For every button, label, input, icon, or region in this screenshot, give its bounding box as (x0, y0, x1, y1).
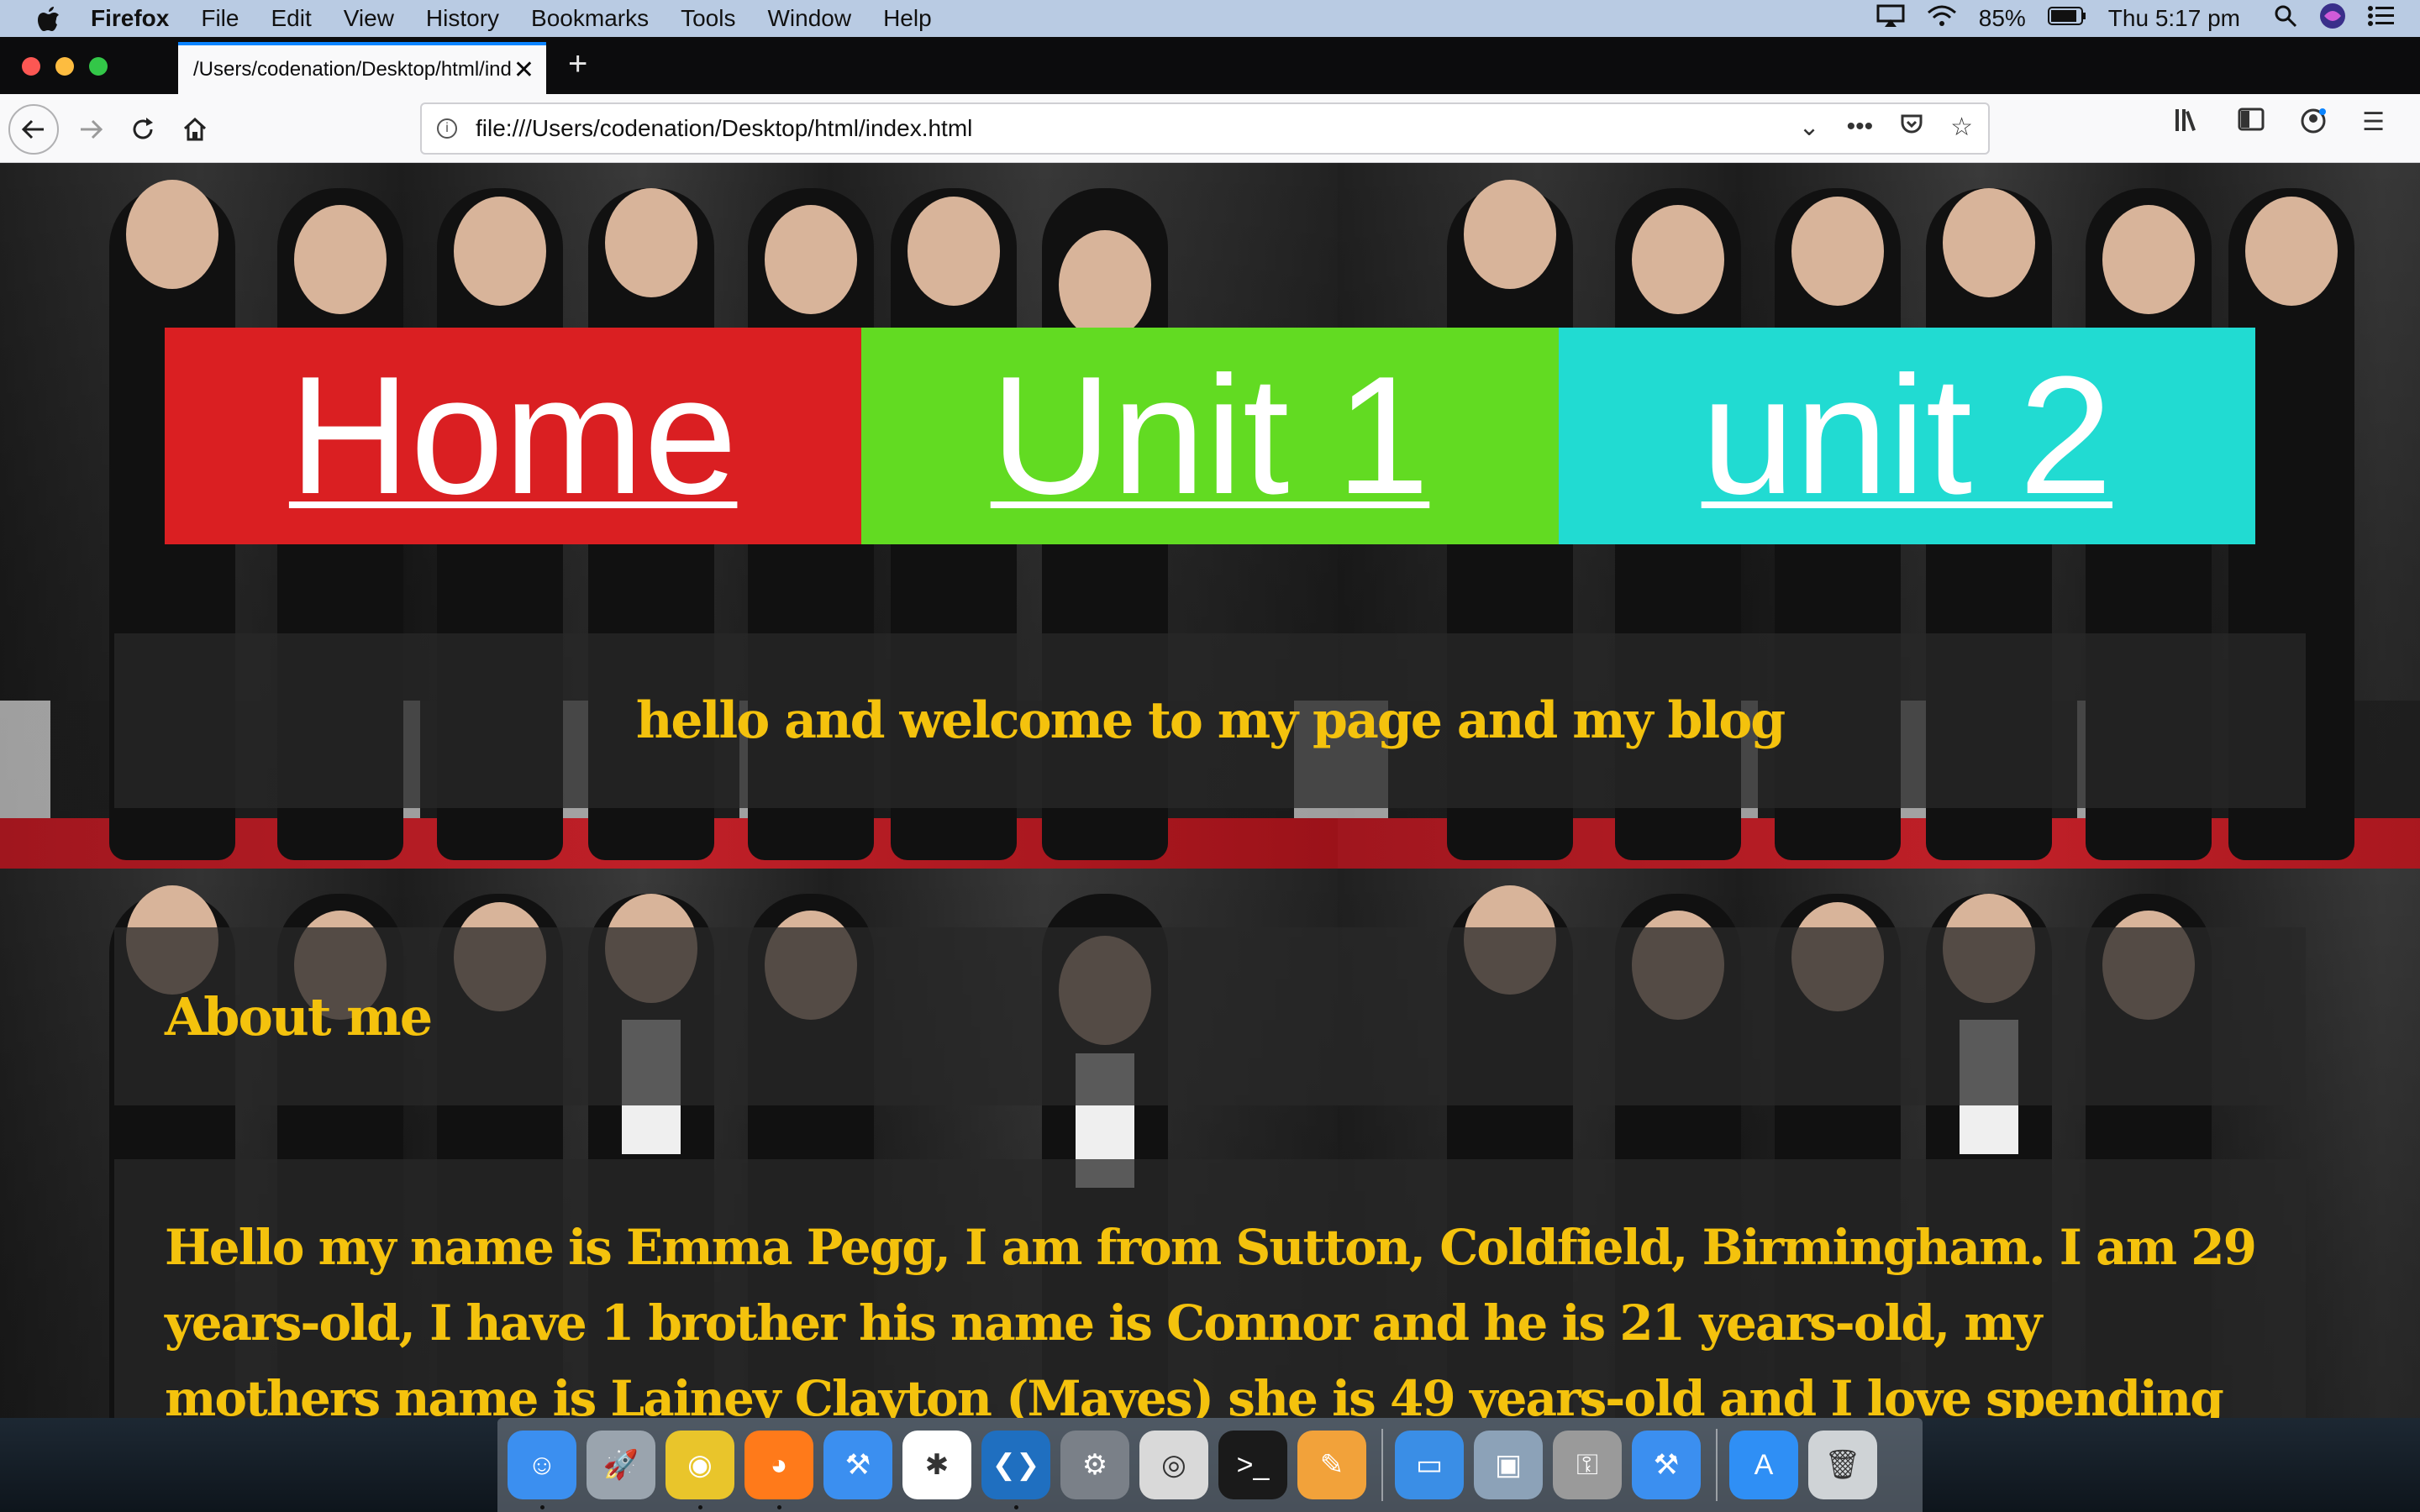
slack-icon[interactable]: ✱ (902, 1431, 971, 1499)
sidebar-icon[interactable] (2238, 108, 2265, 141)
clock[interactable]: Thu 5:17 pm (2108, 5, 2240, 32)
hamburger-menu-icon[interactable]: ☰ (2362, 108, 2385, 141)
running-indicator (698, 1505, 702, 1509)
zoom-window-button[interactable] (89, 57, 108, 76)
tab-title: /Users/codenation/Desktop/html/index.htm… (193, 58, 513, 81)
notification-center-icon[interactable] (2368, 5, 2395, 33)
menu-history[interactable]: History (426, 5, 499, 32)
running-indicator (1014, 1505, 1018, 1509)
macos-menu-bar: Firefox File Edit View History Bookmarks… (0, 0, 2420, 37)
keychain-icon[interactable]: ⚿ (1553, 1431, 1622, 1499)
new-tab-button[interactable]: + (568, 47, 587, 81)
menu-bookmarks[interactable]: Bookmarks (531, 5, 649, 32)
library-icon[interactable] (2174, 108, 2202, 141)
url-text[interactable]: file:///Users/codenation/Desktop/html/in… (476, 115, 972, 142)
xcode-doc-icon[interactable]: ⚒ (1632, 1431, 1701, 1499)
screenshot-icon[interactable]: ◎ (1139, 1431, 1208, 1499)
dock: ☺ 🚀 ◉ ◕ ⚒ ✱ ❮❯ ⚙ ◎ >_ ✎ ▭ ▣ ⚿ ⚒ A 🗑 (497, 1418, 1923, 1512)
url-bar[interactable]: i file:///Users/codenation/Desktop/html/… (420, 102, 1990, 155)
bookmark-star-icon[interactable]: ☆ (1950, 113, 1973, 143)
account-icon[interactable] (2300, 108, 2327, 141)
system-preferences-icon[interactable]: ⚙ (1060, 1431, 1129, 1499)
chevron-down-icon[interactable]: ⌄ (1798, 113, 1819, 143)
nav-unit1-link[interactable]: Unit 1 (861, 328, 1559, 544)
trash-icon[interactable]: 🗑 (1808, 1431, 1877, 1499)
terminal-icon[interactable]: >_ (1218, 1431, 1287, 1499)
menu-help[interactable]: Help (883, 5, 932, 32)
bio-panel: Hello my name is Emma Pegg, I am from Su… (114, 1159, 2306, 1418)
toolbar-icons: ☰ (2174, 108, 2420, 141)
reload-button[interactable] (118, 104, 168, 155)
close-window-button[interactable] (22, 57, 40, 76)
about-heading: About me (165, 985, 433, 1047)
running-indicator (777, 1505, 781, 1509)
reload-icon (133, 118, 153, 139)
menu-app-name[interactable]: Firefox (91, 5, 169, 32)
wifi-icon[interactable] (1927, 4, 1957, 34)
apple-menu-icon[interactable] (32, 2, 66, 35)
arrow-left-icon (21, 119, 44, 139)
bio-text: Hello my name is Emma Pegg, I am from Su… (165, 1219, 2257, 1418)
menu-edit[interactable]: Edit (271, 5, 311, 32)
chrome-icon[interactable]: ◉ (666, 1431, 734, 1509)
battery-percent: 85% (1978, 5, 2026, 31)
about-heading-panel: About me (114, 927, 2306, 1105)
pocket-icon[interactable] (1900, 113, 1923, 143)
desktop-dock-area: ☺ 🚀 ◉ ◕ ⚒ ✱ ❮❯ ⚙ ◎ >_ ✎ ▭ ▣ ⚿ ⚒ A 🗑 (0, 1418, 2420, 1512)
tab-close-icon[interactable]: ✕ (513, 55, 534, 85)
menu-tools[interactable]: Tools (681, 5, 735, 32)
preview-icon[interactable]: ▣ (1474, 1431, 1543, 1499)
menu-window[interactable]: Window (767, 5, 851, 32)
running-indicator (540, 1505, 544, 1509)
vscode-icon[interactable]: ❮❯ (981, 1431, 1050, 1509)
minimize-window-button[interactable] (55, 57, 74, 76)
page-actions-icon[interactable]: ••• (1847, 113, 1874, 143)
dock-separator (1381, 1429, 1383, 1501)
url-actions: ⌄ ••• ☆ (1771, 113, 1973, 143)
keynote-icon[interactable]: ▭ (1395, 1431, 1464, 1499)
home-icon (183, 117, 207, 141)
welcome-banner: hello and welcome to my page and my blog (114, 633, 2306, 808)
siri-icon[interactable] (2319, 3, 2346, 35)
status-area: 85% Thu 5:17 pm (1876, 0, 2420, 37)
nav-home-link[interactable]: Home (165, 328, 862, 544)
tab-bar: /Users/codenation/Desktop/html/index.htm… (0, 37, 2420, 94)
finder-icon[interactable]: ☺ (508, 1431, 576, 1509)
menu-file[interactable]: File (201, 5, 239, 32)
launchpad-icon[interactable]: 🚀 (587, 1431, 655, 1499)
app-store-icon[interactable]: A (1729, 1431, 1798, 1499)
battery-icon[interactable] (2047, 5, 2086, 32)
navigation-toolbar: i file:///Users/codenation/Desktop/html/… (0, 94, 2420, 163)
pages-icon[interactable]: ✎ (1297, 1431, 1366, 1499)
page-viewport[interactable]: Home Unit 1 unit 2 hello and welcome to … (0, 163, 2420, 1418)
xcode-icon[interactable]: ⚒ (823, 1431, 892, 1499)
spotlight-icon[interactable] (2274, 4, 2297, 34)
info-icon[interactable]: i (437, 118, 457, 139)
home-button[interactable] (170, 104, 220, 155)
airplay-icon[interactable] (1876, 4, 1905, 34)
welcome-text: hello and welcome to my page and my blog (635, 691, 1786, 750)
forward-button[interactable] (66, 104, 116, 155)
menu-items: Firefox File Edit View History Bookmarks… (91, 5, 964, 32)
nav-unit2-link[interactable]: unit 2 (1558, 328, 2255, 544)
firefox-icon[interactable]: ◕ (744, 1431, 813, 1509)
window-controls (22, 57, 123, 76)
dock-separator (1716, 1429, 1718, 1501)
menu-view[interactable]: View (344, 5, 394, 32)
back-button[interactable] (8, 104, 59, 155)
browser-tab[interactable]: /Users/codenation/Desktop/html/index.htm… (178, 42, 546, 94)
arrow-right-icon (81, 119, 103, 139)
site-nav: Home Unit 1 unit 2 (165, 328, 2255, 544)
